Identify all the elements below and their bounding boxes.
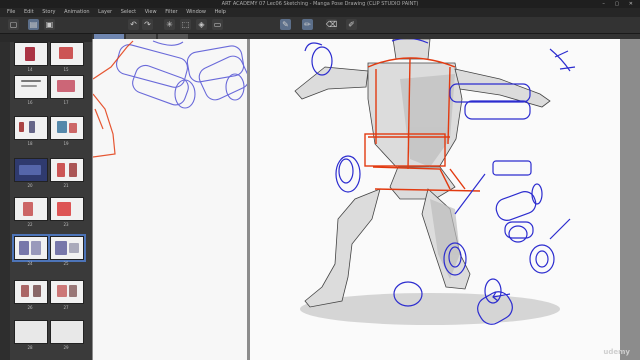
brush-icon[interactable]: ✏ (302, 19, 313, 30)
frame-icon[interactable]: ▭ (212, 19, 223, 30)
open-icon[interactable]: ▤ (28, 19, 39, 30)
panel-side-strip (0, 42, 10, 360)
pencil-icon[interactable]: ✐ (346, 19, 357, 30)
page-number: 28 (27, 345, 33, 350)
menu-layer[interactable]: Layer (98, 8, 112, 17)
pen-icon[interactable]: ✎ (280, 19, 291, 30)
page-thumbnail[interactable] (50, 158, 84, 182)
page-thumbnail[interactable] (50, 280, 84, 304)
menu-help[interactable]: Help (215, 8, 226, 17)
page-thumbnail[interactable] (14, 280, 48, 304)
canvas-area[interactable]: udemy (92, 34, 640, 360)
page-number: 26 (27, 305, 33, 310)
page-thumbnail[interactable] (14, 197, 48, 221)
menu-animation[interactable]: Animation (64, 8, 90, 17)
page-number: 20 (27, 183, 33, 188)
page-thumbnail[interactable] (14, 320, 48, 344)
page-number: 27 (63, 305, 69, 310)
page-number: 15 (63, 67, 69, 72)
page-thumbnail[interactable] (14, 158, 48, 182)
menu-story[interactable]: Story (42, 8, 55, 17)
menu-view[interactable]: View (145, 8, 157, 17)
title-bar: ART ACADEMY 07 Lec06 Sketching - Manga P… (0, 0, 640, 8)
spinner-icon[interactable]: ✳ (164, 19, 175, 30)
page-thumbnail[interactable] (50, 116, 84, 140)
new-icon[interactable]: ▢ (8, 19, 19, 30)
page-right[interactable] (250, 39, 620, 360)
page-number: 23 (63, 222, 69, 227)
menu-select[interactable]: Select (121, 8, 136, 17)
page-number: 19 (63, 141, 69, 146)
eraser-icon[interactable]: ⌫ (326, 19, 337, 30)
page-thumbnail[interactable] (14, 42, 48, 66)
page-thumbnail[interactable] (50, 75, 84, 99)
page-thumbnail[interactable] (14, 75, 48, 99)
redo-icon[interactable]: ↷ (142, 19, 153, 30)
page-number: 14 (27, 67, 33, 72)
page-number: 24 (27, 261, 33, 266)
pose-figure-drawing (294, 39, 576, 325)
page-thumbnail[interactable] (50, 197, 84, 221)
page-number: 25 (63, 261, 69, 266)
undo-icon[interactable]: ↶ (128, 19, 139, 30)
window-controls[interactable]: – ▢ ✕ (602, 0, 637, 8)
page-thumbnail-selected[interactable] (12, 234, 50, 262)
fill-icon[interactable]: ◈ (196, 19, 207, 30)
watermark-logo: udemy (603, 348, 630, 356)
page-manager-panel: 14 15 16 17 18 19 20 21 22 23 24 25 26 2… (0, 34, 92, 360)
page-number: 22 (27, 222, 33, 227)
menu-bar: File Edit Story Animation Layer Select V… (0, 8, 640, 17)
page-number: 21 (63, 183, 69, 188)
transform-icon[interactable]: ⬚ (180, 19, 191, 30)
window-title: ART ACADEMY 07 Lec06 Sketching - Manga P… (221, 1, 419, 7)
page-number: 18 (27, 141, 33, 146)
page-thumbnail[interactable] (50, 320, 84, 344)
panel-header (0, 34, 92, 42)
menu-filter[interactable]: Filter (165, 8, 177, 17)
page-number: 16 (27, 100, 33, 105)
page-thumbnail[interactable] (50, 42, 84, 66)
menu-edit[interactable]: Edit (24, 8, 34, 17)
page-left[interactable] (93, 39, 247, 360)
menu-file[interactable]: File (7, 8, 15, 17)
left-page-sketch (93, 40, 247, 158)
command-bar: ▢ ▤ ▣ ↶ ↷ ✳ ⬚ ◈ ▭ ✎ ✏ ⌫ ✐ (0, 17, 640, 34)
page-number: 17 (63, 100, 69, 105)
page-thumbnail-selected[interactable] (48, 234, 86, 262)
save-icon[interactable]: ▣ (44, 19, 55, 30)
menu-window[interactable]: Window (186, 8, 206, 17)
page-number: 29 (63, 345, 69, 350)
page-thumbnail[interactable] (14, 116, 48, 140)
